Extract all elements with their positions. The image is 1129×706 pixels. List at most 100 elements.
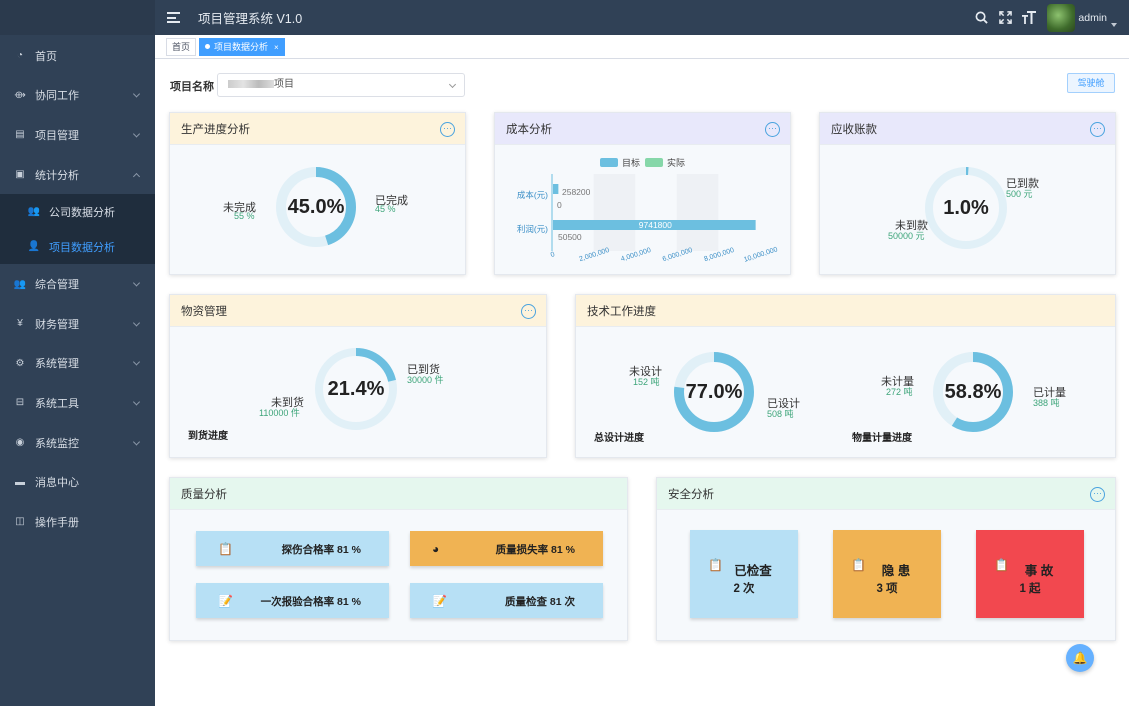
arrived-value: 30000 件 xyxy=(407,375,444,385)
search-icon[interactable] xyxy=(969,0,993,35)
card-header: 技术工作进度 xyxy=(576,295,1115,327)
production-ring: 45.0% xyxy=(274,165,358,249)
receivable-ring: 1.0% xyxy=(923,165,1009,251)
first-inspection-rate-button[interactable]: 📝 一次报验合格率 81 % xyxy=(196,583,389,618)
document-edit-icon: 📝 xyxy=(218,594,233,608)
accident-box[interactable]: 📋 事 故 1 起 xyxy=(976,530,1084,618)
statistics-submenu: 👥 公司数据分析 👤 项目数据分析 xyxy=(0,194,155,265)
x-tick-label: 10,000,000 xyxy=(743,246,779,264)
safety-item-label: 已检查 xyxy=(734,564,772,578)
close-icon[interactable]: × xyxy=(274,43,279,52)
card-header: 生产进度分析 ··· xyxy=(170,113,465,145)
sidebar-item-system[interactable]: ⚙ 系统管理 xyxy=(0,344,155,384)
document-edit-icon: 📝 xyxy=(432,594,447,608)
undesigned-value: 152 吨 xyxy=(633,377,660,387)
sidebar-item-label: 综合管理 xyxy=(35,279,79,292)
project-select-value: 项目 xyxy=(274,79,294,90)
category-label: 利润(元) xyxy=(517,224,548,234)
sidebar-item-finance[interactable]: ¥ 财务管理 xyxy=(0,304,155,344)
legend-label: 实际 xyxy=(667,157,685,168)
avatar[interactable] xyxy=(1047,3,1076,32)
project-name-label: 项目名称 xyxy=(170,81,214,93)
flaw-detection-rate-button[interactable]: 📋 探伤合格率 81 % xyxy=(196,531,389,566)
data-label: 9741800 xyxy=(639,220,672,230)
unmeasured-value: 272 吨 xyxy=(886,387,913,397)
statistics-icon: ▣ xyxy=(15,169,25,181)
sidebar-item-home[interactable]: ◔ 首页 xyxy=(0,36,155,76)
hamburger-icon[interactable] xyxy=(167,12,180,23)
username[interactable]: admin xyxy=(1078,12,1107,24)
tag-home[interactable]: 首页 xyxy=(166,38,197,56)
sidebar-item-statistics[interactable]: ▣ 统计分析 xyxy=(0,155,155,195)
message-icon: ▬ xyxy=(15,476,25,488)
sidebar-item-messages[interactable]: ▬ 消息中心 xyxy=(0,462,155,502)
unreceived-value: 50000 元 xyxy=(888,231,925,241)
sidebar-item-general[interactable]: 👥 综合管理 xyxy=(0,264,155,304)
cost-bar-chart: 目标 实际成本(元)利润(元)25820009741800505000 2,000,… xyxy=(517,157,779,264)
sidebar-item-tools[interactable]: ⊟ 系统工具 xyxy=(0,383,155,423)
chevron-down-icon xyxy=(132,279,141,287)
data-label: 0 xyxy=(557,200,562,210)
sidebar-item-monitor[interactable]: ◉ 系统监控 xyxy=(0,423,155,463)
sidebar-item-label: 系统工具 xyxy=(35,397,79,410)
unfinished-value: 55 % xyxy=(234,211,255,221)
more-icon[interactable]: ··· xyxy=(1090,122,1105,137)
hazard-box[interactable]: 📋 隐 患 3 项 xyxy=(833,530,941,618)
yen-icon: ¥ xyxy=(17,318,23,330)
quality-card: 质量分析 📋 探伤合格率 81 % ◕ 质量损失率 81 % 📝 一次报验合格率… xyxy=(169,477,628,641)
more-icon[interactable]: ··· xyxy=(440,122,455,137)
receivable-card: 应收账款 ··· 1.0% 已到款 500 元 未到款 50000 元 xyxy=(819,112,1116,275)
sidebar: ◔ 首页 ⟴ 协同工作 ▤ 项目管理 ▣ 统计分析 👥 公司数据分析 👤 项目数… xyxy=(0,0,155,706)
caret-down-icon[interactable] xyxy=(1111,22,1117,27)
more-icon[interactable]: ··· xyxy=(521,304,536,319)
measured-value: 388 吨 xyxy=(1033,398,1060,408)
chevron-down-icon xyxy=(132,90,141,98)
quality-loss-rate-button[interactable]: ◕ 质量损失率 81 % xyxy=(410,531,603,566)
font-size-icon[interactable] xyxy=(1017,0,1041,35)
not-arrived-value: 110000 件 xyxy=(259,408,300,418)
legend-swatch xyxy=(600,158,618,167)
design-progress-caption: 总设计进度 xyxy=(594,433,644,444)
top-navbar: 项目管理系统 V1.0 admin xyxy=(155,0,1129,35)
quality-item-label: 探伤合格率 81 % xyxy=(281,544,361,556)
card-header: 物资管理 ··· xyxy=(170,295,546,327)
header-actions: admin xyxy=(969,0,1129,35)
arrival-progress-caption: 到货进度 xyxy=(188,431,228,442)
card-title: 成本分析 xyxy=(506,123,552,136)
sidebar-item-label: 统计分析 xyxy=(35,169,79,182)
safety-card: 安全分析 ··· 📋 已检查 2 次 📋 隐 患 3 项 📋 事 故 1 起 xyxy=(656,477,1116,641)
sidebar-item-label: 首页 xyxy=(35,50,57,63)
x-tick-label: 0 xyxy=(550,251,556,259)
quality-item-label: 一次报验合格率 81 % xyxy=(260,596,361,608)
safety-item-label: 事 故 xyxy=(1024,564,1054,578)
cockpit-button[interactable]: 驾驶舱 xyxy=(1067,73,1115,93)
tech-progress-card: 技术工作进度 77.0% 未设计 152 吨 已设计 508 吨 总设计进度 5… xyxy=(575,294,1116,458)
gear-icon: ⚙ xyxy=(15,357,25,369)
grid-band xyxy=(676,174,719,251)
dashboard-icon: ◔ xyxy=(16,50,24,62)
tag-label: 项目数据分析 xyxy=(214,42,269,52)
data-label: 50500 xyxy=(558,232,582,242)
project-select[interactable]: 项目 xyxy=(217,73,465,97)
sidebar-item-label: 系统监控 xyxy=(35,437,79,450)
inspected-box[interactable]: 📋 已检查 2 次 xyxy=(690,530,798,618)
card-title: 生产进度分析 xyxy=(181,123,250,136)
sidebar-item-company-analysis[interactable]: 👥 公司数据分析 xyxy=(0,194,155,229)
more-icon[interactable]: ··· xyxy=(765,122,780,137)
sidebar-item-project[interactable]: ▤ 项目管理 xyxy=(0,115,155,155)
sidebar-item-project-analysis[interactable]: 👤 项目数据分析 xyxy=(0,229,155,264)
bell-icon[interactable]: 🔔 xyxy=(1066,644,1094,672)
users-icon: 👥 xyxy=(13,278,27,290)
more-icon[interactable]: ··· xyxy=(1090,487,1105,502)
sidebar-item-manual[interactable]: ◫ 操作手册 xyxy=(0,502,155,542)
sidebar-item-label: 系统管理 xyxy=(35,358,79,371)
speedometer-icon: ◕ xyxy=(432,542,440,556)
project-icon: ▤ xyxy=(15,129,25,141)
quality-inspection-button[interactable]: 📝 质量检查 81 次 xyxy=(410,583,603,618)
tag-project-analysis[interactable]: 项目数据分析 × xyxy=(199,38,285,56)
data-label: 258200 xyxy=(562,187,591,197)
sidebar-item-cooperation[interactable]: ⟴ 协同工作 xyxy=(0,76,155,116)
eye-icon: ◉ xyxy=(15,437,25,449)
redacted-text xyxy=(228,80,274,88)
fullscreen-icon[interactable] xyxy=(993,0,1017,35)
